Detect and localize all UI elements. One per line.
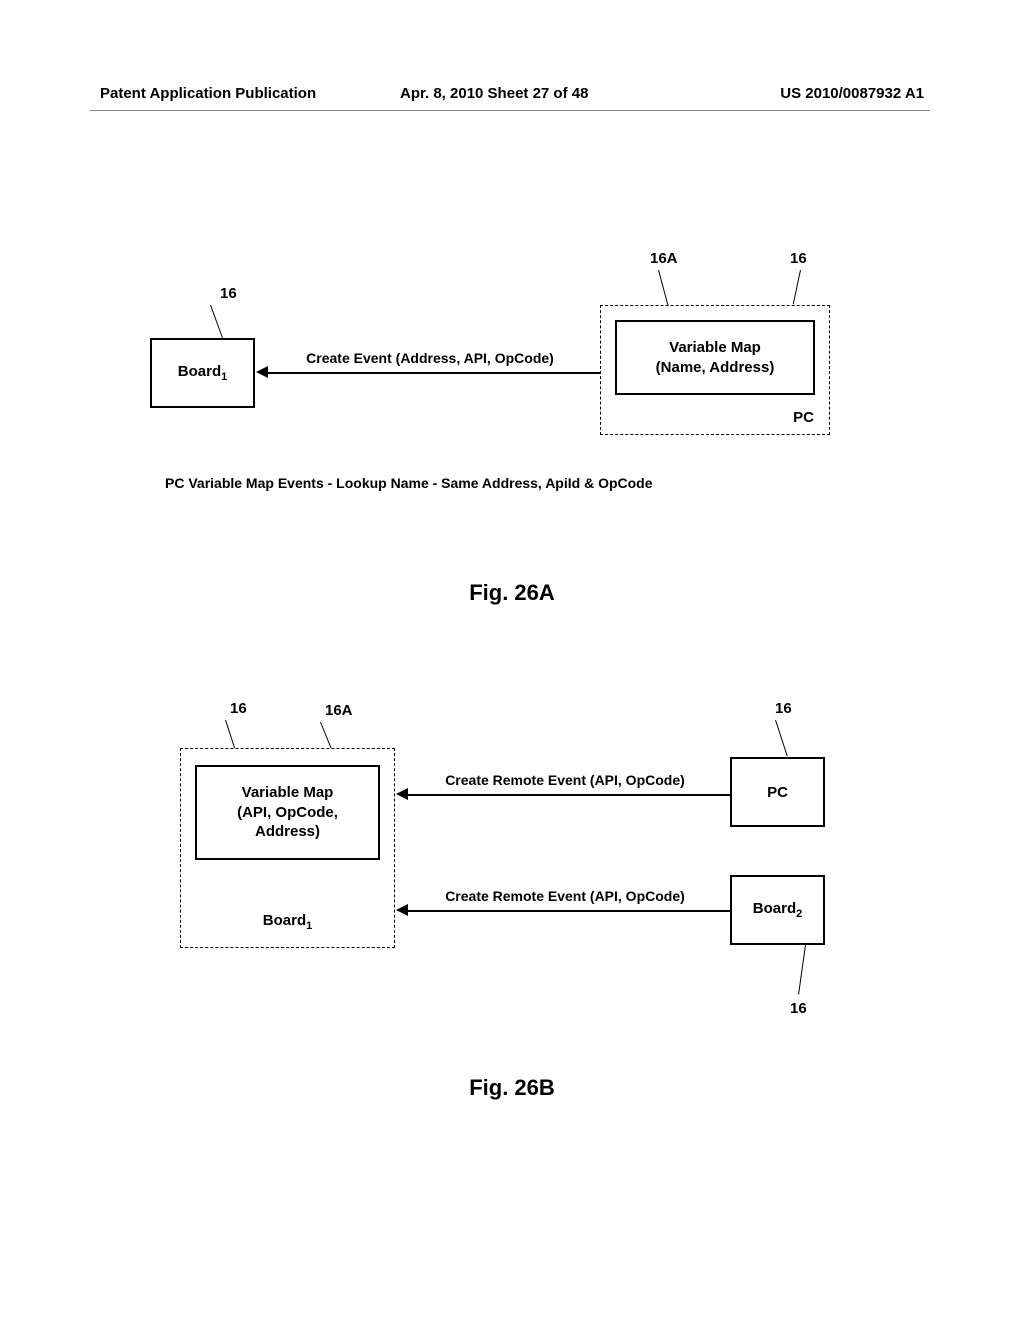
varmap-line2-b: (API, OpCode, — [237, 803, 338, 823]
fig-label-b: Fig. 26B — [0, 1075, 1024, 1101]
leader-line — [793, 270, 801, 304]
varmap-box-b: Variable Map (API, OpCode, Address) — [195, 765, 380, 860]
ref-pc-a: 16 — [790, 250, 807, 267]
ref-board2-b: 16 — [790, 1000, 807, 1017]
ref-board1-b: 16 — [230, 700, 247, 717]
arrowhead-b2 — [396, 904, 408, 916]
arrowhead-a — [256, 366, 268, 378]
board1-box-a: Board1 — [150, 338, 255, 408]
pc-label-b: PC — [767, 784, 788, 801]
ref-board-a: 16 — [220, 285, 237, 302]
varmap-box-a: Variable Map (Name, Address) — [615, 320, 815, 395]
caption-a: PC Variable Map Events - Lookup Name - S… — [165, 475, 1024, 491]
arrow-text-a: Create Event (Address, API, OpCode) — [275, 350, 585, 366]
board2-box-b: Board2 — [730, 875, 825, 945]
arrow-line-a — [268, 372, 600, 374]
header-left: Patent Application Publication — [100, 85, 316, 102]
leader-line — [210, 305, 223, 338]
fig-label-a: Fig. 26A — [0, 580, 1024, 606]
leader-line — [775, 720, 788, 756]
board2-label-b: Board2 — [753, 900, 802, 920]
header-center: Apr. 8, 2010 Sheet 27 of 48 — [400, 85, 588, 102]
ref-varmap-b: 16A — [325, 702, 353, 719]
arrow1-text-b: Create Remote Event (API, OpCode) — [410, 772, 720, 788]
varmap-line3-b: Address) — [255, 822, 320, 842]
ref-pc-b: 16 — [775, 700, 792, 717]
header-right: US 2010/0087932 A1 — [780, 85, 924, 102]
ref-varmap-a: 16A — [650, 250, 678, 267]
board1-label-b: Board1 — [181, 912, 394, 932]
board1-label-a: Board1 — [178, 363, 227, 383]
leader-line — [225, 720, 235, 749]
pc-label-a: PC — [793, 409, 814, 426]
varmap-line1-a: Variable Map — [669, 338, 761, 358]
header-divider — [90, 110, 930, 111]
arrowhead-b1 — [396, 788, 408, 800]
varmap-line1-b: Variable Map — [242, 783, 334, 803]
pc-box-b: PC — [730, 757, 825, 827]
arrow1-line-b — [408, 794, 730, 796]
arrow2-text-b: Create Remote Event (API, OpCode) — [410, 888, 720, 904]
arrow2-line-b — [408, 910, 730, 912]
leader-line — [798, 945, 806, 995]
varmap-line2-a: (Name, Address) — [656, 358, 775, 378]
